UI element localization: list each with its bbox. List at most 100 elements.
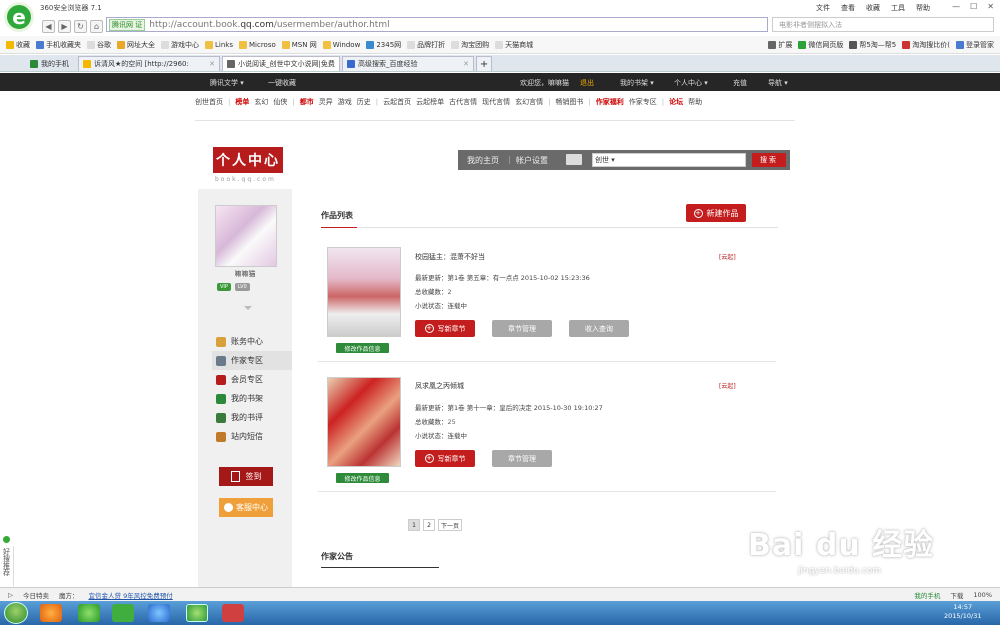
work-cover-1[interactable] <box>327 247 401 337</box>
menu-favorites[interactable]: 收藏 <box>866 3 880 13</box>
page-2[interactable]: 2 <box>423 519 435 531</box>
close-tab-icon[interactable]: ✕ <box>209 60 215 68</box>
bookmark-item[interactable]: 手机收藏夹 <box>36 40 81 50</box>
channel-link[interactable]: 论坛 <box>669 98 683 106</box>
browser-360-icon[interactable] <box>186 604 208 622</box>
wechat-web-link[interactable]: 微信网页版 <box>798 40 843 50</box>
close-tab-icon[interactable]: ✕ <box>463 60 469 68</box>
zoom-level[interactable]: 100% <box>973 591 992 599</box>
home-icon[interactable]: ⌂ <box>90 20 103 33</box>
start-button-icon[interactable] <box>4 602 28 624</box>
tab-my-phone[interactable]: 我的手机 <box>26 56 76 71</box>
sidebar-item[interactable]: 账务中心 <box>216 332 296 351</box>
avatar[interactable] <box>215 205 277 267</box>
sidebar-item[interactable]: 会员专区 <box>216 370 296 389</box>
iqiyi-icon[interactable] <box>112 604 134 622</box>
forward-icon[interactable]: ▶ <box>58 20 71 33</box>
tab-baidu-search[interactable]: 高级搜索_百度经验 ✕ <box>342 56 474 71</box>
site-verify-badge[interactable]: 腾讯网 证 <box>109 18 146 31</box>
next-page[interactable]: 下一页 <box>438 519 463 531</box>
ad-link[interactable]: 宜信金人贷 9年风控免费预付 <box>89 590 173 600</box>
channel-link[interactable]: 灵异 <box>319 98 333 106</box>
my-bookshelf-menu[interactable]: 我的书架 ▾ <box>620 78 654 88</box>
media-player-icon[interactable] <box>78 604 100 622</box>
login-manager-link[interactable]: 登录管家 <box>956 40 994 50</box>
site-search-button[interactable]: 搜索 <box>752 153 786 167</box>
channel-link[interactable]: 玄幻 <box>254 98 268 106</box>
bookmark-item[interactable]: 2345网 <box>366 40 401 50</box>
customer-service-button[interactable]: 客服中心 <box>219 498 273 517</box>
bookmark-item[interactable]: 游戏中心 <box>161 40 199 50</box>
sidebar-item[interactable]: 站内短信 <box>216 427 296 446</box>
channel-link[interactable]: 都市 <box>300 98 314 106</box>
bookmark-item[interactable]: 淘宝团购 <box>451 40 489 50</box>
menu-view[interactable]: 查看 <box>841 3 855 13</box>
menu-tools[interactable]: 工具 <box>891 3 905 13</box>
bookmark-item[interactable]: Links <box>205 40 233 49</box>
channel-link[interactable]: 古代言情 <box>449 98 477 106</box>
bookmark-item[interactable]: 天猫商城 <box>495 40 533 50</box>
channel-link[interactable]: 仙侠 <box>273 98 287 106</box>
channel-link[interactable]: 作家福利 <box>596 98 624 106</box>
sidebar-item[interactable]: 作家专区 <box>212 351 292 370</box>
channel-link[interactable]: 作家专区 <box>629 98 657 106</box>
download-link[interactable]: 下载 <box>950 590 963 600</box>
one-click-favorite-link[interactable]: 一键收藏 <box>268 78 296 88</box>
search-scope-select[interactable]: 创世 ▾ <box>595 156 615 164</box>
bookmark-item[interactable]: 收藏 <box>6 40 30 50</box>
my-phone-link[interactable]: 我的手机 <box>914 590 940 600</box>
channel-link[interactable]: 现代言情 <box>482 98 510 106</box>
channel-link[interactable]: 创世首页 <box>195 98 223 106</box>
channel-link[interactable]: 云起榜单 <box>416 98 444 106</box>
bang5-link[interactable]: 帮5淘—帮5 <box>849 40 896 50</box>
tab-novel-reading[interactable]: 小说阅读_创世中文小说网|免费 <box>222 56 340 71</box>
sign-in-button[interactable]: 签到 <box>219 467 273 486</box>
tencent-literature-menu[interactable]: 腾讯文学 ▾ <box>210 78 244 88</box>
bookmark-item[interactable]: Microso <box>238 40 276 49</box>
personal-center-menu[interactable]: 个人中心 ▾ <box>674 78 708 88</box>
menu-file[interactable]: 文件 <box>816 3 830 13</box>
channel-link[interactable]: 帮助 <box>688 98 702 106</box>
channel-link[interactable]: 历史 <box>357 98 371 106</box>
channel-link[interactable]: 玄幻言情 <box>515 98 543 106</box>
daily-sale-link[interactable]: 今日特卖 <box>23 590 49 600</box>
channel-link[interactable]: 云起首页 <box>383 98 411 106</box>
navigation-menu[interactable]: 导航 ▾ <box>768 78 788 88</box>
minimize-icon[interactable]: — <box>952 2 960 11</box>
browser-search-input[interactable]: 电影非者侧摆拟入法 <box>772 17 994 32</box>
channel-link[interactable]: 榜单 <box>235 98 249 106</box>
my-homepage-link[interactable]: 我的主页 <box>467 155 499 166</box>
price-compare-link[interactable]: 淘淘搜比价( <box>902 40 950 50</box>
image-viewer-icon[interactable] <box>222 604 244 622</box>
write-new-chapter-button[interactable]: + 写新章节 <box>415 450 475 467</box>
sidebar-item[interactable]: 我的书评 <box>216 408 296 427</box>
sidebar-item[interactable]: 我的书架 <box>216 389 296 408</box>
page-1[interactable]: 1 <box>408 519 420 531</box>
bookmark-item[interactable]: 谷歌 <box>87 40 111 50</box>
recharge-link[interactable]: 充值 <box>733 78 747 88</box>
edit-work-info-button[interactable]: 修改作品信息 <box>336 343 389 353</box>
back-icon[interactable]: ◀ <box>42 20 55 33</box>
refresh-icon[interactable]: ↻ <box>74 20 87 33</box>
network-icon[interactable] <box>148 604 170 622</box>
chapter-manage-button[interactable]: 章节管理 <box>492 450 552 467</box>
edit-work-info-button[interactable]: 修改作品信息 <box>336 473 389 483</box>
work-title-1[interactable]: 校园猛主：混萧不好当 <box>415 252 485 262</box>
menu-help[interactable]: 帮助 <box>916 3 930 13</box>
mail-icon[interactable] <box>566 154 582 165</box>
side-recommend[interactable]: 好搜推荐 <box>0 546 14 586</box>
chapter-manage-button[interactable]: 章节管理 <box>492 320 552 337</box>
bookmark-item[interactable]: 网址大全 <box>117 40 155 50</box>
bookmark-item[interactable]: MSN 网 <box>281 40 317 50</box>
new-work-button[interactable]: + 新建作品 <box>686 204 746 222</box>
work-title-2[interactable]: 凤求凰之丙倾城 <box>415 381 464 391</box>
account-settings-link[interactable]: 帐户设置 <box>516 155 548 166</box>
work-cover-2[interactable] <box>327 377 401 467</box>
bookmark-item[interactable]: Window <box>322 40 360 49</box>
site-search-input[interactable]: 创世 ▾ <box>592 153 746 167</box>
logout-link[interactable]: 退出 <box>580 78 594 88</box>
bookmark-item[interactable]: 品牌打折 <box>407 40 445 50</box>
close-icon[interactable]: ✕ <box>987 2 994 11</box>
address-bar[interactable]: 腾讯网 证 http://account.book.qq.com/usermem… <box>106 17 768 32</box>
channel-link[interactable]: 游戏 <box>338 98 352 106</box>
